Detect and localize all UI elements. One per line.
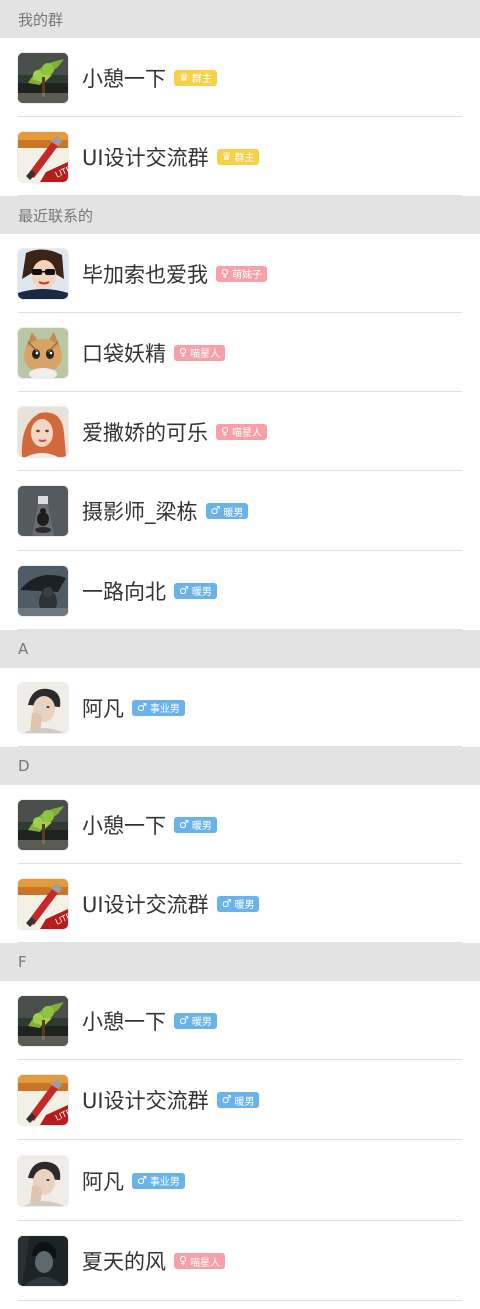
tag-badge: ♂ 暖男: [205, 503, 249, 519]
tag-label: 暖男: [234, 1096, 255, 1108]
tag-label: 暖男: [223, 507, 244, 519]
tag-badge: ♀ 喵星人: [174, 1253, 226, 1269]
tag-badge: ♛ 群主: [216, 148, 260, 165]
male-icon: ♂: [179, 583, 189, 597]
tag-label: 事业男: [149, 1177, 180, 1188]
male-icon: ♂: [210, 504, 221, 517]
section-header: 最近联系的: [0, 196, 480, 234]
section-header: F: [0, 943, 480, 981]
contact-row[interactable]: 阿凡 ♂ 事业男: [0, 668, 480, 747]
tag-label: 暖男: [191, 1017, 212, 1028]
contact-name: 小憩一下: [82, 66, 166, 91]
paint-brush-app-avatar: LITE: [18, 878, 68, 929]
male-icon: ♂: [179, 1013, 189, 1027]
contact-name: 小憩一下: [82, 1009, 166, 1034]
nature-tree-avatar: [18, 52, 68, 103]
umbrella-avatar: [18, 565, 68, 616]
tag-label: 群主: [234, 153, 255, 164]
nature-tree-avatar: [18, 995, 68, 1046]
tag-badge: ♂ 暖男: [174, 1012, 217, 1029]
woman-sunglasses-avatar: [18, 248, 68, 299]
tag-label: 萌妹子: [232, 270, 263, 281]
contact-row[interactable]: 小憩一下 ♛ 群主: [0, 38, 480, 117]
crown-icon: ♛: [221, 149, 232, 163]
dark-portrait-avatar: [18, 1236, 68, 1286]
tag-badge: ♀ 萌妹子: [216, 265, 268, 282]
tag-label: 暖男: [191, 821, 212, 832]
man-hand-face-avatar: [18, 682, 68, 733]
nature-tree-avatar: [18, 799, 68, 850]
contact-name: 摄影师_梁栋: [82, 500, 198, 524]
male-icon: ♂: [137, 1173, 147, 1187]
contact-name: 毕加索也爱我: [82, 262, 208, 287]
contact-row[interactable]: 小憩一下 ♂ 暖男: [0, 981, 480, 1060]
contact-row[interactable]: 摄影师_梁栋 ♂ 暖男: [0, 471, 480, 551]
tag-badge: ♂ 暖男: [216, 895, 260, 912]
tag-badge: ♀ 喵星人: [216, 423, 268, 440]
crown-icon: ♛: [179, 70, 189, 84]
tag-label: 暖男: [191, 587, 212, 598]
contact-name: UI设计交流群: [82, 892, 209, 917]
kitten-avatar: [18, 327, 68, 378]
tag-label: 喵星人: [190, 1257, 221, 1269]
tag-label: 喵星人: [232, 428, 263, 439]
contact-row[interactable]: 夏天的风 ♀ 喵星人: [0, 1221, 480, 1301]
female-icon: ♀: [179, 345, 188, 359]
contact-list: 我的群 小憩一下 ♛ 群主 LITE UI设计交流群 ♛ 群主 最近联系的 毕加索也爱我 ♀ 萌妹子口…: [0, 0, 480, 1301]
tag-badge: ♀ 喵星人: [174, 344, 226, 361]
contact-row[interactable]: 小憩一下 ♂ 暖男: [0, 785, 480, 864]
paint-brush-app-avatar: LITE: [18, 131, 68, 182]
contact-name: 阿凡: [82, 696, 124, 721]
tag-label: 暖男: [234, 900, 255, 911]
paint-brush-app-avatar: LITE: [18, 1075, 68, 1125]
female-icon: ♀: [221, 424, 230, 438]
contact-row[interactable]: 阿凡 ♂ 事业男: [0, 1140, 480, 1221]
contact-name: UI设计交流群: [82, 145, 209, 170]
tag-badge: ♂ 暖男: [174, 816, 217, 833]
contact-row[interactable]: 爱撒娇的可乐 ♀ 喵星人: [0, 392, 480, 471]
male-icon: ♂: [179, 817, 189, 831]
contact-name: 一路向北: [82, 579, 166, 604]
tag-badge: ♛ 群主: [174, 69, 217, 86]
section-header: 我的群: [0, 0, 480, 38]
female-icon: ♀: [221, 266, 230, 280]
male-icon: ♂: [221, 896, 232, 910]
row-divider: [18, 746, 462, 747]
row-divider: [18, 942, 462, 943]
section-header: D: [0, 747, 480, 785]
tag-label: 事业男: [149, 704, 180, 715]
tag-badge: ♂ 事业男: [132, 1172, 185, 1189]
male-icon: ♂: [221, 1093, 232, 1106]
contact-name: 夏天的风: [82, 1250, 166, 1274]
contact-name: UI设计交流群: [82, 1089, 209, 1113]
contact-row[interactable]: LITE UI设计交流群 ♛ 群主: [0, 117, 480, 196]
contact-name: 口袋妖精: [82, 341, 166, 366]
male-icon: ♂: [137, 700, 147, 714]
tag-label: 群主: [191, 74, 212, 85]
row-divider: [18, 195, 462, 196]
tag-badge: ♂ 暖男: [216, 1092, 260, 1108]
contact-name: 阿凡: [82, 1169, 124, 1194]
contact-row[interactable]: LITE UI设计交流群 ♂ 暖男: [0, 864, 480, 943]
man-hand-face-avatar: [18, 1155, 68, 1206]
contact-name: 小憩一下: [82, 813, 166, 838]
contact-row[interactable]: LITE UI设计交流群 ♂ 暖男: [0, 1060, 480, 1140]
contact-row[interactable]: 口袋妖精 ♀ 喵星人: [0, 313, 480, 392]
contact-row[interactable]: 毕加索也爱我 ♀ 萌妹子: [0, 234, 480, 313]
tag-badge: ♂ 事业男: [132, 699, 185, 716]
tag-badge: ♂ 暖男: [174, 582, 217, 599]
section-header: A: [0, 630, 480, 668]
row-divider: [18, 1300, 462, 1301]
row-divider: [18, 629, 462, 630]
contact-name: 爱撒娇的可乐: [82, 420, 208, 445]
tunnel-figure-avatar: [18, 486, 68, 536]
tag-label: 喵星人: [190, 349, 221, 360]
red-hair-girl-avatar: [18, 406, 68, 457]
contact-row[interactable]: 一路向北 ♂ 暖男: [0, 551, 480, 630]
female-icon: ♀: [179, 1254, 188, 1267]
